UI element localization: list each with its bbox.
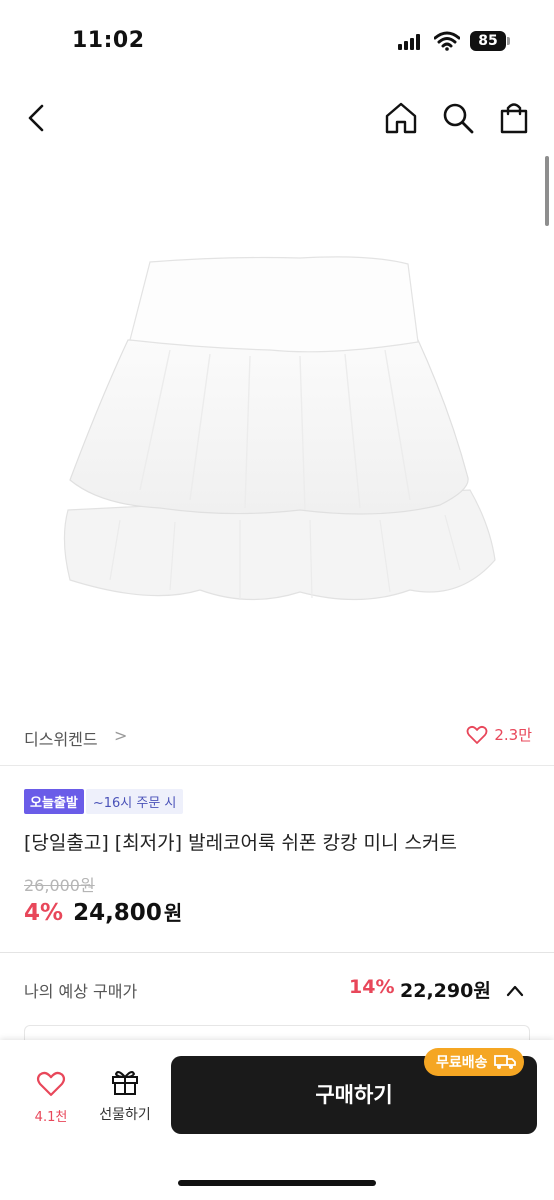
free-shipping-badge: 무료배송: [424, 1048, 524, 1076]
battery-indicator: 85: [470, 31, 506, 51]
top-navigation: [0, 90, 554, 146]
heart-icon: [36, 1071, 66, 1096]
home-indicator: [178, 1180, 376, 1186]
original-price: 26,000원: [24, 876, 95, 895]
sale-price: 24,800: [73, 900, 162, 926]
price-row: 4% 24,800 원: [24, 897, 182, 926]
heart-icon: [466, 725, 488, 744]
status-time: 11:02: [72, 28, 145, 53]
expected-price-value: 22,290원: [400, 980, 491, 1002]
discount-rate: 4%: [24, 900, 64, 926]
chevron-up-icon[interactable]: [504, 980, 526, 1002]
expected-price-row[interactable]: 나의 예상 구매가 14% 22,290원: [0, 974, 554, 1008]
brand-name[interactable]: 디스위켄드: [24, 726, 98, 750]
cellular-signal-icon: [398, 34, 424, 50]
status-bar: 11:02 85: [0, 0, 554, 84]
home-icon[interactable]: [383, 100, 419, 136]
section-divider: [0, 952, 554, 953]
wishlist-button[interactable]: 4.1천: [22, 1070, 80, 1132]
gift-label: 선물하기: [99, 1107, 151, 1123]
truck-icon: [493, 1055, 516, 1069]
product-image[interactable]: [0, 160, 554, 705]
product-title: [당일출고] [최저가] 발레코어룩 쉬폰 캉캉 미니 스커트: [24, 832, 457, 854]
divider: [0, 765, 554, 766]
search-icon[interactable]: [440, 100, 476, 136]
expected-price-label: 나의 예상 구매가: [24, 982, 138, 1001]
back-icon[interactable]: [20, 100, 56, 136]
gift-icon: [112, 1071, 138, 1095]
brand-row[interactable]: 디스위켄드 > 2.3만: [0, 720, 554, 754]
brand-like-count: 2.3만: [494, 726, 532, 744]
sale-price-unit: 원: [163, 901, 183, 925]
battery-tip: [507, 37, 510, 45]
bottom-action-bar: 4.1천 선물하기 구매하기 무료배송: [0, 1040, 554, 1200]
expected-discount-rate: 14%: [349, 976, 395, 998]
gift-button[interactable]: 선물하기: [92, 1068, 158, 1132]
chevron-right-icon: >: [114, 726, 128, 745]
wishlist-count: 4.1천: [34, 1110, 68, 1125]
wifi-icon: [434, 31, 460, 51]
delivery-badges: 오늘출발 ~16시 주문 시: [24, 789, 184, 814]
brand-like[interactable]: 2.3만: [466, 724, 532, 745]
order-cutoff-badge: ~16시 주문 시: [85, 789, 184, 814]
today-shipping-badge: 오늘출발: [24, 789, 84, 814]
cart-icon[interactable]: [496, 100, 532, 136]
free-shipping-label: 무료배송: [436, 1055, 488, 1071]
